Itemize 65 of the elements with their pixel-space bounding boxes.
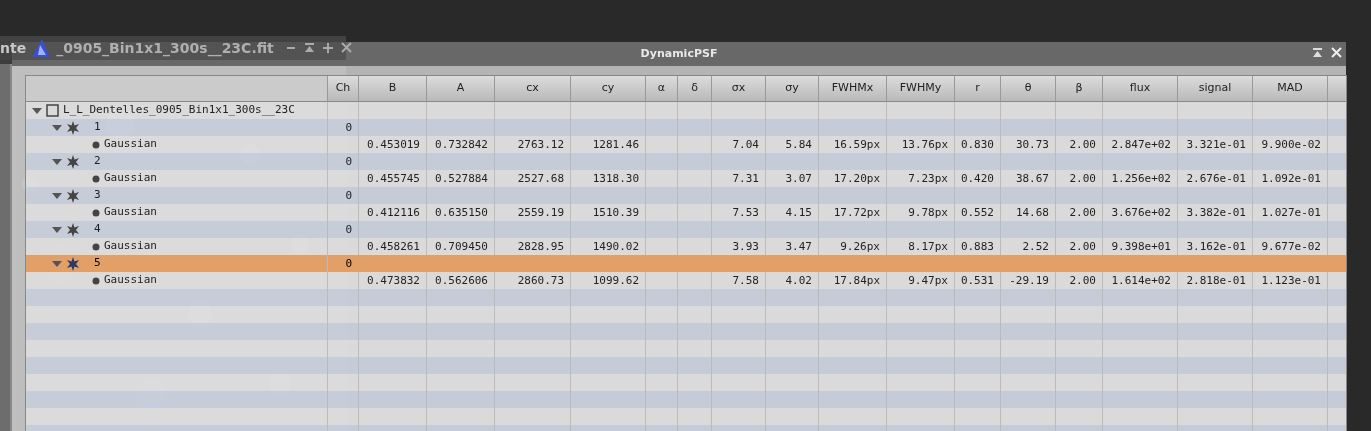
shade-icon[interactable] (303, 42, 315, 54)
column-header[interactable]: cx (495, 76, 571, 102)
bullet-icon (92, 276, 100, 285)
image-icon (46, 104, 59, 117)
table-row[interactable]: 5 0 (26, 255, 1346, 272)
column-header (1328, 76, 1346, 102)
tree-item[interactable]: 3 (94, 187, 101, 204)
bullet-icon (92, 242, 100, 251)
window-title: nte (0, 38, 27, 58)
tree-item[interactable]: 5 (94, 255, 101, 272)
collapse-arrow-icon[interactable] (32, 105, 42, 116)
column-header[interactable]: α (646, 76, 678, 102)
column-header[interactable]: σy (766, 76, 819, 102)
column-header[interactable]: MAD (1253, 76, 1328, 102)
bullet-icon (92, 174, 100, 183)
column-header[interactable]: signal (1178, 76, 1253, 102)
column-header[interactable]: σx (712, 76, 766, 102)
column-header[interactable]: A (427, 76, 495, 102)
table-row[interactable]: L_L_Dentelles_0905_Bin1x1_300s__23C (26, 102, 1346, 119)
collapse-arrow-icon[interactable] (52, 190, 62, 201)
column-header[interactable]: r (955, 76, 1001, 102)
column-header[interactable]: δ (678, 76, 712, 102)
bullet-icon (92, 208, 100, 217)
table-cell-text: 0 (344, 256, 353, 272)
bullet-icon (92, 140, 100, 149)
column-header[interactable]: θ (1001, 76, 1056, 102)
column-header[interactable]: FWHMy (887, 76, 955, 102)
star-icon (66, 188, 80, 203)
collapse-arrow-icon[interactable] (52, 122, 62, 133)
column-header[interactable]: cy (571, 76, 646, 102)
column-header[interactable]: β (1056, 76, 1103, 102)
collapse-arrow-icon[interactable] (52, 258, 62, 269)
window-title: _0905_Bin1x1_300s__23C.fit (56, 38, 274, 59)
shade-icon[interactable] (1312, 47, 1323, 59)
tree-item[interactable]: L_L_Dentelles_0905_Bin1x1_300s__23C (63, 102, 295, 119)
table-row[interactable]: 2 0 (26, 153, 1346, 170)
collapse-arrow-icon[interactable] (52, 156, 62, 167)
tree-item[interactable]: 4 (94, 221, 101, 238)
star-icon (66, 120, 80, 135)
star-icon (66, 222, 80, 237)
table-row[interactable]: Gaussian 0.412116 0.635150 2559.19 1510.39 7.53 4.15 17.72px 9.78px 0.552 14.68 2.00 3.676e+02 3.382e-01 1.027e-01 (26, 204, 1346, 221)
column-header[interactable]: B (359, 76, 427, 102)
tree-item[interactable]: 1 (94, 119, 101, 136)
table-row[interactable]: Gaussian 0.453019 0.732842 2763.12 1281.46 7.04 5.84 16.59px 13.76px 0.830 30.73 2.00 2.847e+02 3.321e-01 9.900e-02 (26, 136, 1346, 153)
tree-item[interactable]: Gaussian (104, 238, 157, 255)
column-header[interactable]: Ch (328, 76, 359, 102)
table-row[interactable]: Gaussian 0.455745 0.527884 2527.68 1318.30 7.31 3.07 17.20px 7.23px 0.420 38.67 2.00 1.256e+02 2.676e-01 1.092e-01 (26, 170, 1346, 187)
column-header[interactable]: FWHMx (819, 76, 887, 102)
table-row[interactable]: 1 0 (26, 119, 1346, 136)
tree-item[interactable]: Gaussian (104, 170, 157, 187)
table-row[interactable]: 3 0 (26, 187, 1346, 204)
tree-item[interactable]: Gaussian (104, 136, 157, 153)
tree-item[interactable]: 2 (94, 153, 101, 170)
table-row[interactable]: Gaussian 0.458261 0.709450 2828.95 1490.02 3.93 3.47 9.26px 8.17px 0.883 2.52 2.00 9.398e+01 3.162e-01 9.677e-02 (26, 238, 1346, 255)
maximize-icon[interactable] (322, 42, 333, 54)
window-title: DynamicPSF (640, 45, 718, 62)
column-header[interactable]: flux (1103, 76, 1178, 102)
star-icon (66, 256, 80, 271)
table-row[interactable]: 4 0 (26, 221, 1346, 238)
table-row[interactable]: Gaussian 0.473832 0.562606 2860.73 1099.62 7.58 4.02 17.84px 9.47px 0.531 -29.19 2.00 1.614e+02 2.818e-01 1.123e-01 (26, 272, 1346, 289)
star-icon (66, 154, 80, 169)
close-icon[interactable] (340, 42, 352, 53)
collapse-arrow-icon[interactable] (52, 224, 62, 235)
tree-item[interactable]: Gaussian (104, 204, 157, 221)
tree-item[interactable]: Gaussian (104, 272, 157, 289)
